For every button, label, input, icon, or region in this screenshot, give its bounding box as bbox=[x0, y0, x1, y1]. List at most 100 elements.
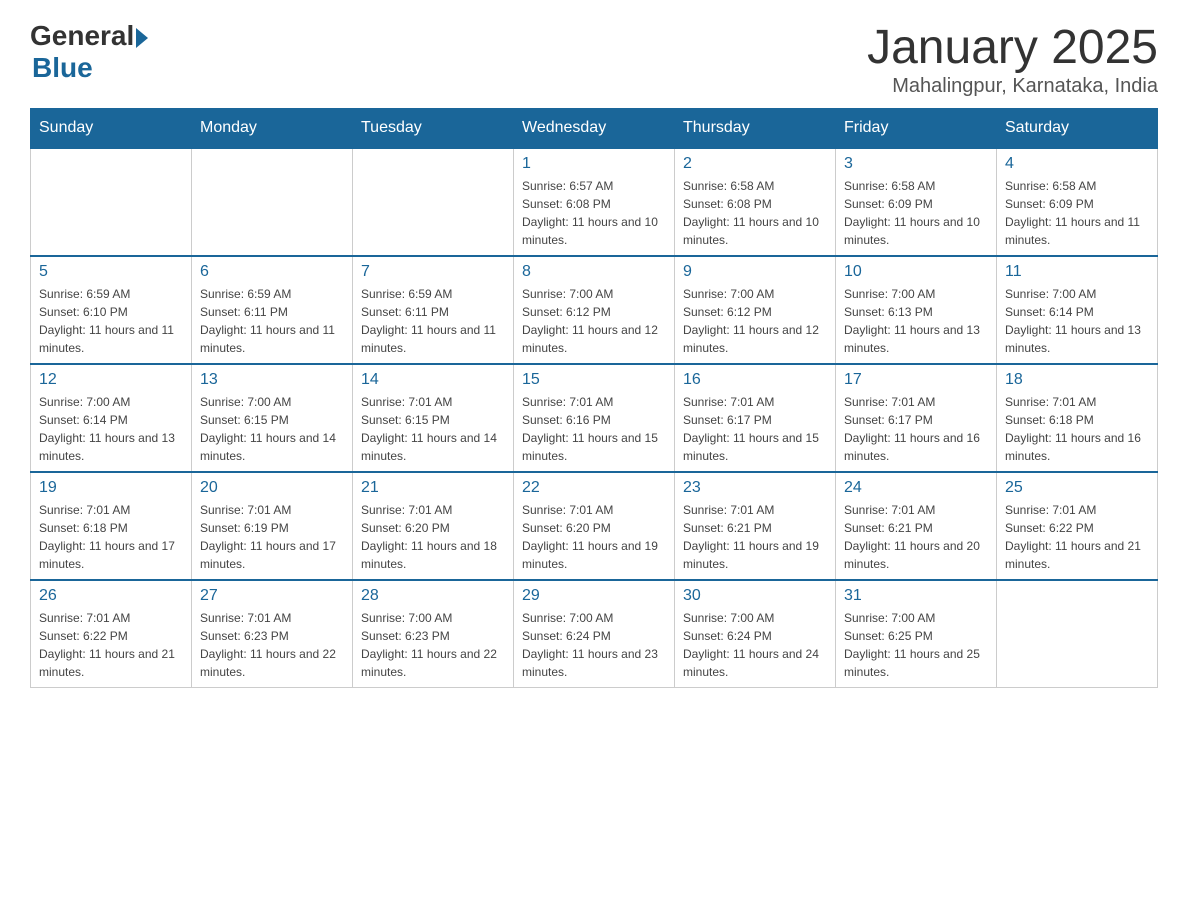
calendar-cell bbox=[192, 148, 353, 256]
calendar-cell: 18Sunrise: 7:01 AMSunset: 6:18 PMDayligh… bbox=[997, 364, 1158, 472]
calendar-cell: 30Sunrise: 7:00 AMSunset: 6:24 PMDayligh… bbox=[675, 580, 836, 688]
day-number: 26 bbox=[39, 587, 183, 605]
calendar-cell: 31Sunrise: 7:00 AMSunset: 6:25 PMDayligh… bbox=[836, 580, 997, 688]
day-info: Sunrise: 7:01 AMSunset: 6:20 PMDaylight:… bbox=[361, 501, 505, 573]
day-number: 10 bbox=[844, 263, 988, 281]
calendar-cell: 10 Sunrise: 7:00 AMSunset: 6:13 PMDayligh… bbox=[836, 256, 997, 364]
logo-blue-text: Blue bbox=[32, 52, 93, 84]
day-info: Sunrise: 7:00 AMSunset: 6:15 PMDaylight:… bbox=[200, 393, 344, 465]
day-info: Sunrise: 7:01 AMSunset: 6:17 PMDaylight:… bbox=[683, 393, 827, 465]
calendar-header: SundayMondayTuesdayWednesdayThursdayFrid… bbox=[31, 109, 1158, 149]
day-number: 8 bbox=[522, 263, 666, 281]
calendar-cell: 27 Sunrise: 7:01 AMSunset: 6:23 PMDayligh… bbox=[192, 580, 353, 688]
calendar-subtitle: Mahalingpur, Karnataka, India bbox=[867, 75, 1158, 98]
calendar-cell: 20 Sunrise: 7:01 AMSunset: 6:19 PMDayligh… bbox=[192, 472, 353, 580]
calendar-cell: 7 Sunrise: 6:59 AMSunset: 6:11 PMDaylight… bbox=[353, 256, 514, 364]
day-number: 15 bbox=[522, 371, 666, 389]
day-number: 19 bbox=[39, 479, 183, 497]
title-section: January 2025 Mahalingpur, Karnataka, Ind… bbox=[867, 20, 1158, 98]
day-number: 11 bbox=[1005, 263, 1149, 281]
day-info: Sunrise: 7:01 AMSunset: 6:18 PMDaylight:… bbox=[1005, 393, 1149, 465]
day-number: 24 bbox=[844, 479, 988, 497]
day-of-week-header: Friday bbox=[836, 109, 997, 149]
calendar-cell: 17Sunrise: 7:01 AMSunset: 6:17 PMDayligh… bbox=[836, 364, 997, 472]
day-number: 12 bbox=[39, 371, 183, 389]
calendar-cell: 22 Sunrise: 7:01 AMSunset: 6:20 PMDayligh… bbox=[514, 472, 675, 580]
day-number: 25 bbox=[1005, 479, 1149, 497]
day-number: 6 bbox=[200, 263, 344, 281]
day-info: Sunrise: 6:59 AMSunset: 6:10 PMDaylight:… bbox=[39, 285, 183, 357]
calendar-cell: 11 Sunrise: 7:00 AMSunset: 6:14 PMDayligh… bbox=[997, 256, 1158, 364]
day-info: Sunrise: 6:58 AMSunset: 6:08 PMDaylight:… bbox=[683, 177, 827, 249]
day-number: 27 bbox=[200, 587, 344, 605]
day-info: Sunrise: 7:00 AMSunset: 6:12 PMDaylight:… bbox=[683, 285, 827, 357]
logo-general-text: General bbox=[30, 20, 134, 52]
day-of-week-header: Tuesday bbox=[353, 109, 514, 149]
day-info: Sunrise: 7:01 AMSunset: 6:20 PMDaylight:… bbox=[522, 501, 666, 573]
day-info: Sunrise: 7:01 AMSunset: 6:21 PMDaylight:… bbox=[844, 501, 988, 573]
day-number: 3 bbox=[844, 155, 988, 173]
calendar-cell: 4 Sunrise: 6:58 AMSunset: 6:09 PMDaylight… bbox=[997, 148, 1158, 256]
day-info: Sunrise: 6:59 AMSunset: 6:11 PMDaylight:… bbox=[200, 285, 344, 357]
calendar-cell: 15 Sunrise: 7:01 AMSunset: 6:16 PMDayligh… bbox=[514, 364, 675, 472]
day-number: 9 bbox=[683, 263, 827, 281]
day-number: 20 bbox=[200, 479, 344, 497]
day-info: Sunrise: 7:00 AMSunset: 6:14 PMDaylight:… bbox=[1005, 285, 1149, 357]
calendar-cell: 16Sunrise: 7:01 AMSunset: 6:17 PMDayligh… bbox=[675, 364, 836, 472]
day-number: 4 bbox=[1005, 155, 1149, 173]
calendar-cell: 24 Sunrise: 7:01 AMSunset: 6:21 PMDayligh… bbox=[836, 472, 997, 580]
day-of-week-header: Sunday bbox=[31, 109, 192, 149]
day-of-week-header: Thursday bbox=[675, 109, 836, 149]
day-info: Sunrise: 6:58 AMSunset: 6:09 PMDaylight:… bbox=[1005, 177, 1149, 249]
day-info: Sunrise: 7:00 AMSunset: 6:14 PMDaylight:… bbox=[39, 393, 183, 465]
day-info: Sunrise: 7:01 AMSunset: 6:21 PMDaylight:… bbox=[683, 501, 827, 573]
calendar-cell: 5 Sunrise: 6:59 AMSunset: 6:10 PMDaylight… bbox=[31, 256, 192, 364]
logo-arrow-icon bbox=[136, 28, 148, 48]
calendar-week-row: 19Sunrise: 7:01 AMSunset: 6:18 PMDayligh… bbox=[31, 472, 1158, 580]
day-number: 2 bbox=[683, 155, 827, 173]
calendar-cell: 2 Sunrise: 6:58 AMSunset: 6:08 PMDaylight… bbox=[675, 148, 836, 256]
calendar-cell: 9 Sunrise: 7:00 AMSunset: 6:12 PMDaylight… bbox=[675, 256, 836, 364]
day-info: Sunrise: 6:59 AMSunset: 6:11 PMDaylight:… bbox=[361, 285, 505, 357]
calendar-cell: 12 Sunrise: 7:00 AMSunset: 6:14 PMDayligh… bbox=[31, 364, 192, 472]
logo: General Blue bbox=[30, 20, 148, 84]
calendar-title: January 2025 bbox=[867, 20, 1158, 75]
day-info: Sunrise: 6:57 AMSunset: 6:08 PMDaylight:… bbox=[522, 177, 666, 249]
calendar-cell: 19Sunrise: 7:01 AMSunset: 6:18 PMDayligh… bbox=[31, 472, 192, 580]
day-of-week-header: Monday bbox=[192, 109, 353, 149]
calendar-cell: 23 Sunrise: 7:01 AMSunset: 6:21 PMDayligh… bbox=[675, 472, 836, 580]
calendar-cell: 26 Sunrise: 7:01 AMSunset: 6:22 PMDayligh… bbox=[31, 580, 192, 688]
day-info: Sunrise: 7:01 AMSunset: 6:22 PMDaylight:… bbox=[39, 609, 183, 681]
calendar-cell: 25Sunrise: 7:01 AMSunset: 6:22 PMDayligh… bbox=[997, 472, 1158, 580]
day-info: Sunrise: 7:01 AMSunset: 6:15 PMDaylight:… bbox=[361, 393, 505, 465]
calendar-cell: 28Sunrise: 7:00 AMSunset: 6:23 PMDayligh… bbox=[353, 580, 514, 688]
day-number: 22 bbox=[522, 479, 666, 497]
day-number: 31 bbox=[844, 587, 988, 605]
day-info: Sunrise: 7:01 AMSunset: 6:23 PMDaylight:… bbox=[200, 609, 344, 681]
day-number: 29 bbox=[522, 587, 666, 605]
day-of-week-header: Wednesday bbox=[514, 109, 675, 149]
day-number: 14 bbox=[361, 371, 505, 389]
day-info: Sunrise: 7:01 AMSunset: 6:19 PMDaylight:… bbox=[200, 501, 344, 573]
day-number: 5 bbox=[39, 263, 183, 281]
day-info: Sunrise: 7:01 AMSunset: 6:16 PMDaylight:… bbox=[522, 393, 666, 465]
day-number: 7 bbox=[361, 263, 505, 281]
day-of-week-header: Saturday bbox=[997, 109, 1158, 149]
day-number: 1 bbox=[522, 155, 666, 173]
calendar-week-row: 26 Sunrise: 7:01 AMSunset: 6:22 PMDayligh… bbox=[31, 580, 1158, 688]
day-number: 23 bbox=[683, 479, 827, 497]
day-number: 13 bbox=[200, 371, 344, 389]
day-info: Sunrise: 6:58 AMSunset: 6:09 PMDaylight:… bbox=[844, 177, 988, 249]
day-number: 28 bbox=[361, 587, 505, 605]
day-info: Sunrise: 7:00 AMSunset: 6:24 PMDaylight:… bbox=[683, 609, 827, 681]
calendar-cell: 13 Sunrise: 7:00 AMSunset: 6:15 PMDayligh… bbox=[192, 364, 353, 472]
calendar-week-row: 12 Sunrise: 7:00 AMSunset: 6:14 PMDayligh… bbox=[31, 364, 1158, 472]
calendar-cell: 14 Sunrise: 7:01 AMSunset: 6:15 PMDayligh… bbox=[353, 364, 514, 472]
calendar-table: SundayMondayTuesdayWednesdayThursdayFrid… bbox=[30, 108, 1158, 688]
calendar-cell: 8Sunrise: 7:00 AMSunset: 6:12 PMDaylight… bbox=[514, 256, 675, 364]
day-info: Sunrise: 7:00 AMSunset: 6:13 PMDaylight:… bbox=[844, 285, 988, 357]
calendar-week-row: 5 Sunrise: 6:59 AMSunset: 6:10 PMDaylight… bbox=[31, 256, 1158, 364]
calendar-cell bbox=[353, 148, 514, 256]
days-of-week-row: SundayMondayTuesdayWednesdayThursdayFrid… bbox=[31, 109, 1158, 149]
day-info: Sunrise: 7:01 AMSunset: 6:17 PMDaylight:… bbox=[844, 393, 988, 465]
